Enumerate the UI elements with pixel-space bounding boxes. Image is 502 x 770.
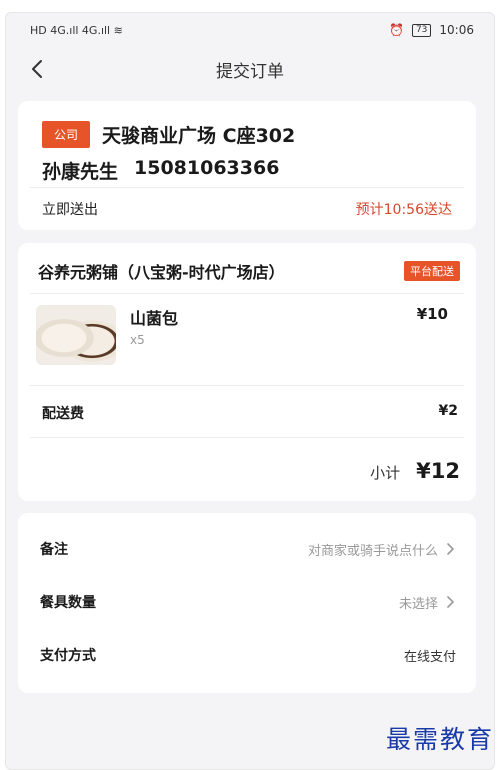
remark-label: 备注 <box>40 542 68 558</box>
shop-header: 谷养元粥铺（八宝粥-时代广场店） 平台配送 <box>38 259 460 283</box>
tableware-row[interactable]: 餐具数量 未选择 <box>18 576 476 628</box>
delivery-mode: 立即送出 <box>42 202 98 218</box>
item-name: 山菌包 <box>130 309 179 328</box>
item-price: ¥10 <box>416 305 448 323</box>
subtotal: 小计 ¥12 <box>370 459 460 483</box>
contact-line: 孙康先生 15081063366 <box>42 157 279 184</box>
status-bar: HD 4G.ıll 4G.ıll ≋ ⏰ 73 10:06 <box>6 13 494 47</box>
tableware-value: 未选择 <box>398 596 438 612</box>
delivery-type-badge: 平台配送 <box>404 261 460 281</box>
contact-name: 孙康先生 <box>42 161 119 183</box>
subtotal-label: 小计 <box>370 464 401 482</box>
address-text: 天骏商业广场 C座302 <box>102 125 296 147</box>
network-indicators: HD 4G.ıll 4G.ıll ≋ <box>30 23 123 37</box>
subtotal-value: ¥12 <box>416 459 460 483</box>
payment-row[interactable]: 支付方式 在线支付 <box>18 629 476 681</box>
shop-name[interactable]: 谷养元粥铺（八宝粥-时代广场店） <box>38 259 285 283</box>
divider <box>30 437 464 438</box>
item-image <box>36 305 116 365</box>
remark-row[interactable]: 备注 对商家或骑手说点什么 <box>18 523 476 575</box>
payment-value: 在线支付 <box>403 649 456 665</box>
divider <box>30 293 464 294</box>
chevron-right-icon <box>447 596 455 608</box>
phone-screen: HD 4G.ıll 4G.ıll ≋ ⏰ 73 10:06 提交订单 公司 天骏… <box>5 12 495 770</box>
back-button[interactable] <box>24 56 50 82</box>
battery-indicator: 73 <box>411 23 432 37</box>
chevron-left-icon <box>32 60 42 78</box>
delivery-time-row[interactable]: 立即送出 预计10:56送达 <box>18 188 476 230</box>
address-line: 公司 天骏商业广场 C座302 <box>42 121 295 148</box>
address-tag: 公司 <box>42 121 91 148</box>
clock: 10:06 <box>439 23 474 37</box>
remark-value-group: 对商家或骑手说点什么 <box>308 540 456 559</box>
delivery-fee-label: 配送费 <box>42 406 84 422</box>
nav-bar: 提交订单 <box>6 47 494 91</box>
item-quantity: x5 <box>130 333 145 347</box>
chevron-right-icon <box>447 543 455 555</box>
status-right: ⏰ 73 10:06 <box>389 23 474 37</box>
order-options-card: 备注 对商家或骑手说点什么 餐具数量 未选择 支付方式 在线支付 <box>18 513 476 693</box>
delivery-eta: 预计10:56送达 <box>355 202 452 218</box>
divider <box>30 385 464 386</box>
payment-label: 支付方式 <box>40 648 96 664</box>
tableware-label: 餐具数量 <box>40 595 96 611</box>
remark-placeholder: 对商家或骑手说点什么 <box>307 543 438 559</box>
shop-order-card: 谷养元粥铺（八宝粥-时代广场店） 平台配送 山菌包 x5 ¥10 配送费 ¥2 … <box>18 243 476 501</box>
tableware-value-group: 未选择 <box>399 593 456 612</box>
delivery-fee-value: ¥2 <box>438 403 458 419</box>
watermark-text: 最需教育 <box>385 725 494 754</box>
contact-phone: 15081063366 <box>134 157 280 179</box>
page-title: 提交订单 <box>216 61 284 82</box>
alarm-icon: ⏰ <box>389 23 404 37</box>
